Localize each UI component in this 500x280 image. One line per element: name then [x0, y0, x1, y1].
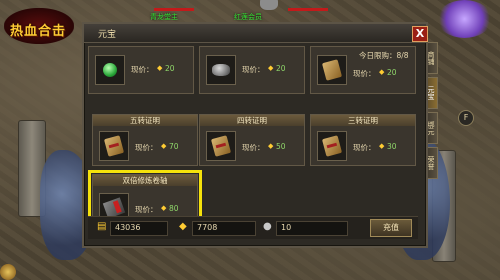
- item-price: 20: [165, 64, 175, 73]
- shop-item[interactable]: 三转证明 现价： ◆ 30: [310, 114, 416, 166]
- item-slot[interactable]: [95, 55, 125, 85]
- menu-orb-icon[interactable]: [0, 264, 16, 280]
- item-price: 50: [276, 142, 286, 151]
- certificate-scroll-icon: [210, 135, 232, 157]
- item-title: 双倍修炼卷轴: [93, 175, 197, 186]
- shop-item[interactable]: 四转证明 现价： ◆ 50: [199, 114, 305, 166]
- price-label: 现价：: [242, 65, 265, 74]
- logo-text: 热血合击: [10, 24, 67, 39]
- panel-title: 元宝: [98, 30, 117, 40]
- player-name[interactable]: 红莲会员: [234, 12, 262, 22]
- yuanbao-icon: ◆: [157, 64, 163, 72]
- f-key-button[interactable]: F: [458, 110, 474, 126]
- price-label: 现价：: [135, 143, 158, 152]
- shop-item[interactable]: 五转证明 现价： ◆ 70: [92, 114, 198, 166]
- price-label: 现价：: [135, 205, 158, 214]
- yuanbao-icon: ◆: [379, 142, 385, 150]
- scroll-icon: [321, 59, 343, 81]
- yuanbao-icon: ◆: [161, 204, 167, 212]
- close-button[interactable]: X: [412, 26, 428, 42]
- currency-footer: ▤ 43036 ◆ 7708 ● 10 充值: [88, 216, 418, 239]
- magic-effect: [437, 0, 492, 38]
- silver-display: ● 10: [263, 221, 348, 236]
- item-title: 三转证明: [311, 115, 415, 126]
- avatar[interactable]: [260, 0, 278, 10]
- item-title: 四转证明: [200, 115, 304, 126]
- yuanbao-value: 7708: [197, 223, 218, 232]
- gold-value: 43036: [115, 223, 141, 232]
- price-label: 现价：: [353, 69, 376, 78]
- item-slot[interactable]: [206, 131, 236, 161]
- item-price: 30: [387, 142, 397, 151]
- item-slot[interactable]: [206, 55, 236, 85]
- item-price: 70: [169, 142, 179, 151]
- gold-icon: ▤: [97, 221, 107, 232]
- yuanbao-display: ◆ 7708: [179, 221, 256, 236]
- hp-bar: [154, 8, 194, 11]
- green-gem-icon: [103, 63, 117, 77]
- panel-header: 元宝: [84, 24, 426, 43]
- item-slot[interactable]: [317, 131, 347, 161]
- yuanbao-icon: ◆: [268, 142, 274, 150]
- price-label: 现价：: [131, 65, 154, 74]
- yuanbao-icon: ◆: [379, 68, 385, 76]
- item-price: 80: [169, 204, 179, 213]
- certificate-scroll-icon: [321, 135, 343, 157]
- yuanbao-icon: ◆: [179, 221, 187, 232]
- item-price: 20: [387, 68, 397, 77]
- item-title: 五转证明: [93, 115, 197, 126]
- ore-rock-icon: [212, 64, 230, 76]
- shop-item[interactable]: 今日限购：8/8 现价： ◆ 20: [310, 46, 416, 94]
- silver-value: 10: [281, 223, 292, 232]
- shop-item[interactable]: 现价： ◆ 20: [199, 46, 305, 94]
- top-status-bar: 青龙堂主 红莲会员: [140, 0, 340, 22]
- item-slot[interactable]: [317, 55, 347, 85]
- shop-panel: 元宝 X 现价： ◆ 20 现价： ◆ 20 今日限购：8/8 现价： ◆ 20…: [82, 22, 428, 248]
- recharge-button[interactable]: 充值: [370, 219, 412, 237]
- silver-icon: ●: [263, 221, 272, 232]
- yuanbao-icon: ◆: [161, 142, 167, 150]
- certificate-scroll-icon: [103, 135, 125, 157]
- gold-display: ▤ 43036: [97, 221, 168, 236]
- hp-bar: [288, 8, 328, 11]
- yuanbao-icon: ◆: [268, 64, 274, 72]
- player-name[interactable]: 青龙堂主: [150, 12, 178, 22]
- price-label: 现价：: [353, 143, 376, 152]
- item-slot[interactable]: [99, 131, 129, 161]
- daily-limit: 今日限购：8/8: [359, 51, 409, 60]
- price-label: 现价：: [242, 143, 265, 152]
- item-price: 20: [276, 64, 286, 73]
- shop-item[interactable]: 现价： ◆ 20: [88, 46, 194, 94]
- game-logo: 热血合击: [4, 8, 74, 44]
